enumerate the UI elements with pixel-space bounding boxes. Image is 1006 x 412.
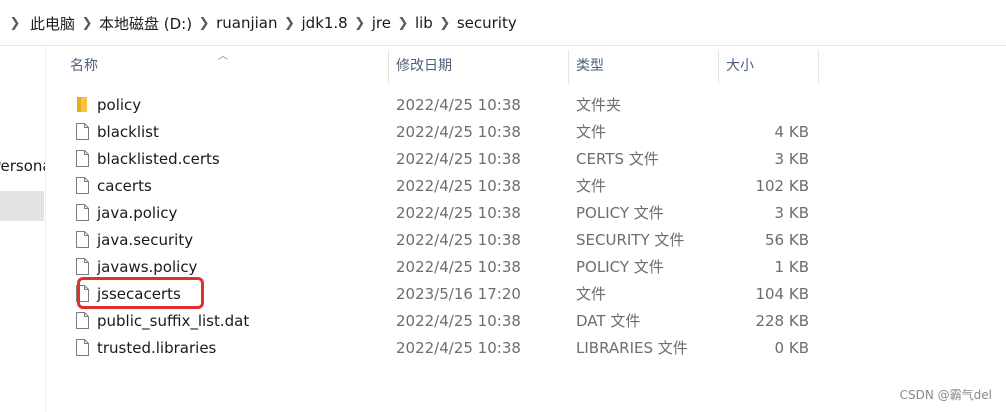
breadcrumb-ruanjian[interactable]: ruanjian (216, 14, 277, 32)
list-item[interactable]: policy 2022/4/25 10:38 文件夹 (0, 91, 1006, 118)
list-item[interactable]: trusted.libraries 2022/4/25 10:38 LIBRAR… (0, 334, 1006, 361)
chevron-right-icon[interactable]: ❯ (433, 16, 457, 31)
breadcrumb-jre[interactable]: jre (372, 14, 391, 32)
file-date: 2022/4/25 10:38 (396, 149, 521, 168)
column-header-size[interactable]: 大小 (726, 46, 754, 84)
breadcrumb-this-pc[interactable]: 此电脑 (30, 13, 75, 34)
file-type: DAT 文件 (576, 312, 641, 330)
file-date: 2022/4/25 10:38 (396, 338, 521, 357)
file-type: 文件 (576, 123, 607, 141)
file-icon (73, 145, 91, 172)
watermark: CSDN @霸气del (899, 388, 992, 402)
file-size: 104 KB (755, 284, 809, 303)
file-date: 2022/4/25 10:38 (396, 203, 521, 222)
file-name: java.policy (97, 203, 178, 222)
breadcrumb-drive-d[interactable]: 本地磁盘 (D:) (99, 13, 192, 34)
file-name: public_suffix_list.dat (97, 311, 250, 330)
chevron-right-icon[interactable]: ❯ (192, 16, 216, 31)
address-bar[interactable]: ❯ 此电脑 ❯ 本地磁盘 (D:) ❯ ruanjian ❯ jdk1.8 ❯ … (0, 0, 1006, 46)
column-divider[interactable] (818, 50, 819, 84)
file-type: POLICY 文件 (576, 204, 664, 222)
file-icon (73, 253, 91, 280)
file-icon (73, 118, 91, 145)
file-type: 文件 (576, 285, 607, 303)
file-icon (73, 199, 91, 226)
list-item[interactable]: java.policy 2022/4/25 10:38 POLICY 文件 3 … (0, 199, 1006, 226)
list-item[interactable]: blacklist 2022/4/25 10:38 文件 4 KB (0, 118, 1006, 145)
list-item[interactable]: java.security 2022/4/25 10:38 SECURITY 文… (0, 226, 1006, 253)
file-type: POLICY 文件 (576, 258, 664, 276)
file-size (700, 91, 809, 118)
chevron-right-icon[interactable]: ❯ (391, 16, 415, 31)
file-date: 2023/5/16 17:20 (396, 284, 521, 303)
file-icon (73, 334, 91, 361)
file-date: 2022/4/25 10:38 (396, 122, 521, 141)
file-date: 2022/4/25 10:38 (396, 257, 521, 276)
column-header-type[interactable]: 类型 (576, 46, 604, 84)
chevron-right-icon[interactable]: ❯ (0, 16, 30, 31)
column-header-name[interactable]: 名称 (70, 46, 98, 84)
file-name: cacerts (97, 176, 152, 195)
file-type: SECURITY 文件 (576, 231, 685, 249)
breadcrumb: ❯ 此电脑 ❯ 本地磁盘 (D:) ❯ ruanjian ❯ jdk1.8 ❯ … (0, 0, 517, 46)
file-date: 2022/4/25 10:38 (396, 311, 521, 330)
file-size: 56 KB (765, 230, 809, 249)
file-size: 0 KB (774, 338, 809, 357)
file-name: javaws.policy (97, 257, 198, 276)
sort-up-icon: ︿ (218, 51, 228, 62)
breadcrumb-lib[interactable]: lib (415, 14, 433, 32)
column-header-date[interactable]: 修改日期 (396, 46, 452, 84)
file-size: 1 KB (774, 257, 809, 276)
chevron-right-icon[interactable]: ❯ (278, 16, 302, 31)
file-icon (73, 172, 91, 199)
list-item[interactable]: blacklisted.certs 2022/4/25 10:38 CERTS … (0, 145, 1006, 172)
chevron-right-icon[interactable]: ❯ (348, 16, 372, 31)
file-name: blacklist (97, 122, 159, 141)
file-type: 文件 (576, 177, 607, 195)
file-icon (73, 307, 91, 334)
breadcrumb-jdk[interactable]: jdk1.8 (302, 14, 348, 32)
list-item[interactable]: public_suffix_list.dat 2022/4/25 10:38 D… (0, 307, 1006, 334)
column-divider[interactable] (388, 50, 389, 84)
list-item[interactable]: javaws.policy 2022/4/25 10:38 POLICY 文件 … (0, 253, 1006, 280)
file-size: 228 KB (755, 311, 809, 330)
file-date: 2022/4/25 10:38 (396, 95, 521, 114)
file-size: 3 KB (774, 203, 809, 222)
column-divider[interactable] (568, 50, 569, 84)
file-type: LIBRARIES 文件 (576, 339, 688, 357)
file-type: 文件夹 (576, 96, 622, 114)
file-date: 2022/4/25 10:38 (396, 176, 521, 195)
chevron-right-icon[interactable]: ❯ (75, 16, 99, 31)
column-divider[interactable] (718, 50, 719, 84)
file-name: trusted.libraries (97, 338, 217, 357)
file-name: blacklisted.certs (97, 149, 220, 168)
file-size: 3 KB (774, 149, 809, 168)
breadcrumb-security[interactable]: security (457, 14, 517, 32)
column-header-bar: ︿ 名称 修改日期 类型 大小 (46, 46, 1006, 84)
highlight-box (77, 277, 204, 309)
file-icon (73, 226, 91, 253)
file-size: 4 KB (774, 122, 809, 141)
file-name: policy (97, 95, 142, 114)
file-type: CERTS 文件 (576, 150, 659, 168)
folder-icon (73, 91, 91, 118)
list-item[interactable]: cacerts 2022/4/25 10:38 文件 102 KB (0, 172, 1006, 199)
file-size: 102 KB (755, 176, 809, 195)
file-name: java.security (97, 230, 194, 249)
file-date: 2022/4/25 10:38 (396, 230, 521, 249)
